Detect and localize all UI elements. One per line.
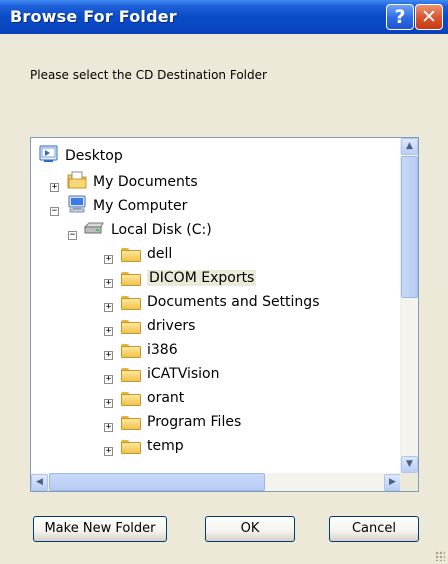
tree-item-my-documents[interactable]: My Documents: [67, 171, 198, 193]
folder-icon: [121, 438, 141, 454]
tree-item-label: My Computer: [93, 198, 188, 214]
horizontal-scrollbar[interactable]: ◀ ▶: [31, 473, 402, 491]
expand-toggle[interactable]: +: [104, 399, 113, 408]
prompt-text: Please select the CD Destination Folder: [30, 68, 267, 82]
tree-item-label-selected: DICOM Exports: [147, 270, 257, 286]
tree-item-dicom-exports[interactable]: DICOM Exports: [121, 267, 257, 289]
desktop-icon: [39, 145, 59, 167]
make-new-folder-button[interactable]: Make New Folder: [33, 516, 167, 542]
tree-item-temp[interactable]: temp: [121, 435, 184, 457]
tree-item-label: i386: [147, 342, 178, 358]
tree-item-my-computer[interactable]: My Computer: [67, 195, 187, 217]
tree-item-program-files[interactable]: Program Files: [121, 411, 241, 433]
expand-toggle[interactable]: +: [104, 447, 113, 456]
browse-for-folder-dialog: Browse For Folder ? ✕ Please select the …: [0, 0, 448, 564]
disk-drive-icon: [83, 221, 105, 239]
help-icon: ?: [394, 6, 406, 28]
tree-item-label: My Documents: [93, 174, 198, 190]
close-icon: ✕: [421, 6, 437, 28]
folder-icon: [121, 414, 141, 430]
folder-icon: [121, 366, 141, 382]
tree-item-local-disk[interactable]: Local Disk (C:): [83, 219, 212, 241]
folder-tree[interactable]: Desktop + My Documents − My Computer − L…: [30, 137, 419, 492]
collapse-toggle[interactable]: −: [50, 207, 59, 216]
folder-icon: [121, 294, 141, 310]
cancel-button[interactable]: Cancel: [329, 516, 419, 542]
tree-item-label: Desktop: [65, 148, 123, 164]
scroll-left-button[interactable]: ◀: [31, 474, 48, 491]
vertical-scroll-thumb[interactable]: [401, 156, 418, 298]
tree-item-dell[interactable]: dell: [121, 243, 172, 265]
chevron-right-icon: ▶: [389, 477, 396, 487]
folder-open-icon: [121, 270, 141, 286]
vertical-scrollbar[interactable]: ▲ ▼: [400, 138, 418, 473]
tree-item-label: drivers: [147, 318, 196, 334]
tree-item-icatvision[interactable]: iCATVision: [121, 363, 220, 385]
expand-toggle[interactable]: +: [104, 423, 113, 432]
tree-item-label: Local Disk (C:): [111, 222, 212, 238]
scrollbar-corner: [400, 473, 418, 491]
scroll-up-button[interactable]: ▲: [401, 138, 418, 155]
scroll-down-button[interactable]: ▼: [401, 456, 418, 473]
tree-item-label: orant: [147, 390, 185, 406]
tree-item-label: iCATVision: [147, 366, 220, 382]
expand-toggle[interactable]: +: [104, 351, 113, 360]
tree-item-label: dell: [147, 246, 173, 262]
chevron-up-icon: ▲: [406, 141, 413, 151]
folder-icon: [121, 390, 141, 406]
chevron-down-icon: ▼: [406, 459, 413, 469]
expand-toggle[interactable]: +: [104, 303, 113, 312]
title-bar[interactable]: Browse For Folder ? ✕: [0, 0, 448, 34]
tree-item-orant[interactable]: orant: [121, 387, 184, 409]
expand-toggle[interactable]: +: [104, 279, 113, 288]
expand-toggle[interactable]: +: [104, 375, 113, 384]
chevron-left-icon: ◀: [36, 477, 43, 487]
tree-item-label: Documents and Settings: [147, 294, 320, 310]
scroll-right-button[interactable]: ▶: [384, 474, 401, 491]
my-documents-icon: [67, 171, 87, 193]
folder-icon: [121, 342, 141, 358]
tree-item-documents-and-settings[interactable]: Documents and Settings: [121, 291, 319, 313]
collapse-toggle[interactable]: −: [68, 231, 77, 240]
expand-toggle[interactable]: +: [50, 183, 59, 192]
resize-grip-icon[interactable]: [435, 551, 445, 561]
tree-item-desktop[interactable]: Desktop: [39, 145, 123, 167]
expand-toggle[interactable]: +: [104, 255, 113, 264]
horizontal-scroll-thumb[interactable]: [49, 473, 265, 491]
tree-item-drivers[interactable]: drivers: [121, 315, 195, 337]
folder-icon: [121, 246, 141, 262]
close-button[interactable]: ✕: [415, 4, 443, 30]
folder-icon: [121, 318, 141, 334]
expand-toggle[interactable]: +: [104, 327, 113, 336]
ok-button[interactable]: OK: [205, 516, 295, 542]
tree-item-label: temp: [147, 438, 184, 454]
window-title: Browse For Folder: [10, 7, 177, 26]
my-computer-icon: [67, 195, 87, 217]
tree-item-label: Program Files: [147, 414, 242, 430]
tree-item-i386[interactable]: i386: [121, 339, 178, 361]
help-button[interactable]: ?: [386, 4, 414, 30]
